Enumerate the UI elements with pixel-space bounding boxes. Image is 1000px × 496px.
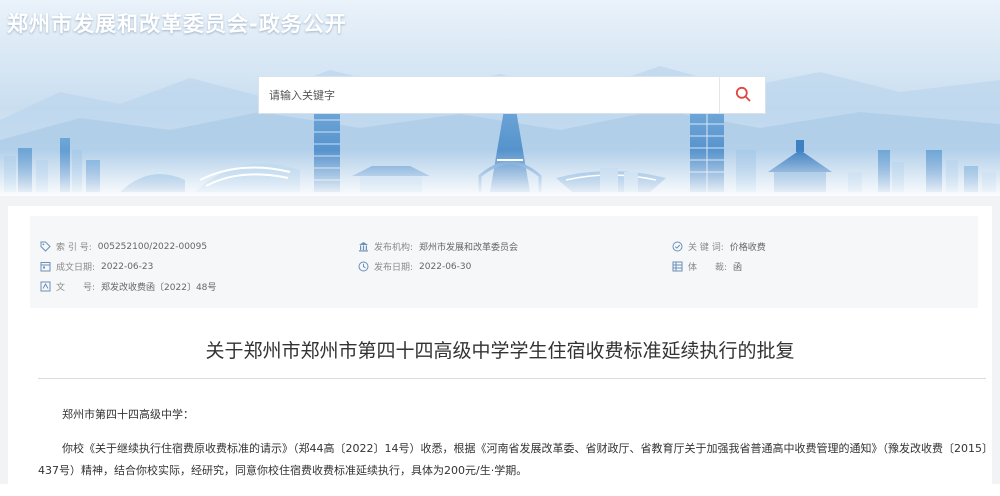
meta-keywords-value: 价格收费 (729, 243, 766, 253)
clock-icon (358, 261, 369, 272)
meta-index: 索 引 号: 005252100/2022-00095 (40, 240, 207, 253)
meta-docno-value: 郑发改收费函〔2022〕48号 (101, 283, 217, 293)
meta-genre-label: 体 裁: (688, 263, 728, 273)
header-banner: 郑州市发展和改革委员会-政务公开 (0, 0, 1000, 196)
search-bar (258, 76, 766, 114)
meta-docno-label: 文 号: (56, 283, 96, 293)
document-icon (40, 281, 51, 292)
document-metadata: 索 引 号: 005252100/2022-00095 发布机构: 郑州市发展和… (30, 216, 978, 308)
tag-icon (40, 241, 51, 252)
meta-genre-value: 函 (733, 263, 743, 273)
meta-index-value: 005252100/2022-00095 (97, 241, 208, 252)
meta-created-value: 2022-06-23 (101, 261, 154, 272)
meta-publisher-label: 发布机构: (374, 243, 414, 253)
calendar-icon (40, 261, 51, 272)
document-paragraph: 你校《关于继续执行住宿费原收费标准的请示》（郑44高〔2022〕14号）收悉，根… (38, 442, 988, 477)
search-input[interactable] (259, 77, 719, 113)
meta-docno: 文 号: 郑发改收费函〔2022〕48号 (40, 280, 216, 293)
meta-created-label: 成文日期: (56, 263, 96, 273)
check-circle-icon (672, 241, 683, 252)
meta-created: 成文日期: 2022-06-23 (40, 260, 153, 273)
meta-publisher-value: 郑州市发展和改革委员会 (419, 243, 519, 253)
meta-genre: 体 裁: 函 (672, 260, 742, 273)
meta-keywords: 关 键 词: 价格收费 (672, 240, 766, 253)
title-divider (38, 378, 986, 379)
document-salutation: 郑州市第四十四高级中学： (62, 408, 194, 421)
document-title: 关于郑州市郑州市第四十四高级中学学生住宿收费标准延续执行的批复 (205, 340, 795, 362)
article-panel: 索 引 号: 005252100/2022-00095 发布机构: 郑州市发展和… (8, 206, 992, 496)
meta-published: 发布日期: 2022-06-30 (358, 260, 471, 273)
meta-keywords-label: 关 键 词: (688, 243, 724, 253)
meta-published-value: 2022-06-30 (419, 261, 472, 272)
grid-icon (672, 261, 683, 272)
meta-publisher: 发布机构: 郑州市发展和改革委员会 (358, 240, 518, 253)
building-icon (358, 241, 369, 252)
meta-index-label: 索 引 号: (56, 243, 92, 253)
meta-published-label: 发布日期: (374, 263, 414, 273)
search-button[interactable] (719, 77, 765, 113)
site-title: 郑州市发展和改革委员会-政务公开 (7, 12, 347, 36)
content-area: 索 引 号: 005252100/2022-00095 发布机构: 郑州市发展和… (0, 196, 1000, 496)
search-icon (735, 86, 751, 105)
